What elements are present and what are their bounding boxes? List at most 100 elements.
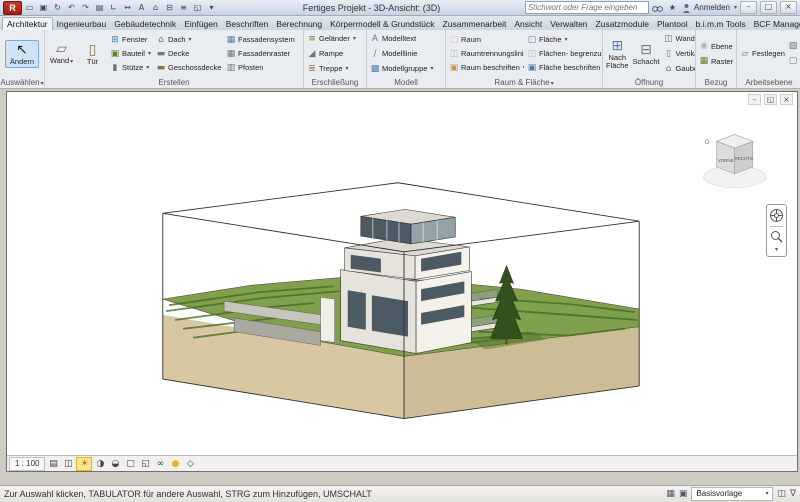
nach-flaeche-button[interactable]: ⊞ Nach Fläche (605, 36, 630, 72)
fenster-button[interactable]: ⊞Fenster (109, 33, 153, 47)
decke-button[interactable]: ▬Decke (155, 47, 223, 61)
sync-icon[interactable]: ↻ (51, 2, 64, 14)
modellgruppe-button[interactable]: ▩Modellgruppe▾ (369, 62, 434, 76)
fassadensystem-button[interactable]: ▦Fassadensystem (225, 33, 301, 47)
modify-button[interactable]: ↖ Ändern (5, 40, 39, 68)
redo-icon[interactable]: ↷ (79, 2, 92, 14)
tab-zusatzmodule[interactable]: Zusatzmodule (592, 18, 653, 30)
viewcube-front-label[interactable]: VORNE (718, 158, 734, 163)
active-template-select[interactable]: Basisvorlage ▾ (691, 487, 773, 501)
schacht-button[interactable]: ⊟ Schacht (632, 40, 661, 68)
exclude-options-icon[interactable]: ◫ (777, 489, 786, 499)
scale-button[interactable]: 1 : 100 (9, 457, 45, 471)
tab-einfuegen[interactable]: Einfügen (180, 18, 222, 30)
dimension-icon[interactable]: ↔ (121, 2, 134, 14)
show-crop-region-icon[interactable]: ◱ (138, 458, 152, 470)
search-input[interactable] (528, 3, 646, 12)
crop-view-icon[interactable]: ▢ (123, 458, 137, 470)
steering-wheel-icon[interactable] (769, 208, 784, 223)
unlocked-view-icon[interactable]: ◇ (183, 458, 197, 470)
geschossdecke-button[interactable]: ▬Geschossdecke▾ (155, 61, 223, 75)
fassadenraster-button[interactable]: ▦Fassadenraster (225, 47, 301, 61)
help-searchbox[interactable] (525, 1, 649, 14)
oeffnung-wand-button[interactable]: ◫Wand (663, 32, 695, 46)
print-icon[interactable]: ▤ (93, 2, 106, 14)
ebene-button[interactable]: ◉Ebene (698, 39, 734, 53)
drawing-area[interactable]: VORNE RECHTS ⌂ (7, 92, 797, 455)
detail-level-icon[interactable]: ▤ (46, 458, 60, 470)
window-maximize-icon[interactable]: □ (760, 1, 777, 14)
window-minimize-icon[interactable]: – (740, 1, 757, 14)
pfosten-button[interactable]: ▥Pfosten (225, 61, 301, 75)
view-minimize-icon[interactable]: – (748, 94, 761, 105)
panel-caption-raum-flaeche[interactable]: Raum & Fläche▾ (446, 77, 602, 88)
navigation-bar[interactable]: ▾ (766, 204, 787, 257)
tab-zusammenarbeit[interactable]: Zusammenarbeit (439, 18, 511, 30)
tab-berechnung[interactable]: Berechnung (272, 18, 326, 30)
measure-icon[interactable]: ∟ (107, 2, 120, 14)
default-3d-view-icon[interactable]: ⌂ (149, 2, 162, 14)
wand-button[interactable]: ▱ Wand▾ (47, 39, 76, 68)
raster-button[interactable]: ▦Raster (698, 54, 734, 68)
section-icon[interactable]: ⊟ (163, 2, 176, 14)
undo-icon[interactable]: ↶ (65, 2, 78, 14)
search-binoculars-icon[interactable] (652, 3, 663, 13)
thin-lines-icon[interactable]: ≡ (177, 2, 190, 14)
window-close-icon[interactable]: × (780, 1, 797, 14)
tab-gebaeudetechnik[interactable]: Gebäudetechnik (110, 18, 180, 30)
switch-windows-icon[interactable]: ◱ (191, 2, 204, 14)
reveal-hidden-elements-icon[interactable]: ● (168, 458, 182, 470)
signin-label[interactable]: Anmelden (694, 3, 730, 12)
view-close-icon[interactable]: × (780, 94, 793, 105)
raum-beschriften-button[interactable]: ▣Raum beschriften▾ (448, 61, 524, 75)
rampe-button[interactable]: ◢Rampe (306, 47, 357, 61)
stuetze-button[interactable]: ▮Stütze▾ (109, 61, 153, 75)
visual-style-icon[interactable]: ◫ (61, 458, 75, 470)
tab-bcf-manager[interactable]: BCF Manager (750, 18, 800, 30)
filter-icon[interactable]: ∇ (790, 489, 796, 499)
open-icon[interactable]: ▭ (23, 2, 36, 14)
tab-plantool[interactable]: Plantool (653, 18, 692, 30)
workplane-viewer-button[interactable]: ▢ (787, 54, 799, 68)
tab-ingenieurbau[interactable]: Ingenieurbau (53, 18, 111, 30)
zoom-icon[interactable] (770, 230, 783, 243)
flaechenbegrenzung-button[interactable]: ◫Flächen- begrenzung (526, 47, 602, 61)
viewcube-right-label[interactable]: RECHTS (734, 156, 753, 161)
qat-customize-icon[interactable]: ▾ (205, 2, 218, 14)
tab-beschriften[interactable]: Beschriften (222, 18, 273, 30)
gaube-button[interactable]: ⌂Gaube (663, 62, 695, 76)
view-restore-icon[interactable]: ◱ (764, 94, 777, 105)
flaeche-button[interactable]: ▢Fläche▾ (526, 33, 602, 47)
tab-architektur[interactable]: Architektur (2, 17, 53, 30)
favorites-star-icon[interactable]: ★ (666, 2, 679, 14)
workplane-show-button[interactable]: ▨ (787, 39, 799, 53)
treppe-button[interactable]: ≣Treppe▾ (306, 62, 357, 76)
bauteil-button[interactable]: ▣Bauteil▾ (109, 47, 153, 61)
save-icon[interactable]: ▣ (37, 2, 50, 14)
tab-ansicht[interactable]: Ansicht (510, 18, 546, 30)
tab-verwalten[interactable]: Verwalten (546, 18, 591, 30)
signin-dropdown-icon[interactable]: ▾ (734, 4, 737, 11)
temporary-hide-isolate-icon[interactable]: ∞ (153, 458, 167, 470)
dach-button[interactable]: ⌂Dach▾ (155, 33, 223, 47)
navbar-more-icon[interactable]: ▾ (775, 246, 778, 253)
raum-button[interactable]: ▢Raum (448, 33, 524, 47)
design-options-icon[interactable]: ▣ (679, 489, 688, 499)
flaeche-beschriften-button[interactable]: ▣Fläche beschriften▾ (526, 61, 602, 75)
raumtrennungslinie-button[interactable]: ◫Raumtrennungslinie (448, 47, 524, 61)
modelltext-button[interactable]: AModelltext (369, 32, 434, 46)
tuer-button[interactable]: ▯ Tür (78, 40, 107, 68)
sun-path-icon[interactable]: ☀ (76, 457, 92, 471)
show-rendering-dialog-icon[interactable]: ◒ (108, 458, 122, 470)
worksets-icon[interactable]: ▦ (666, 489, 675, 499)
tab-bimm-tools[interactable]: b.i.m.m Tools (692, 18, 750, 30)
shadows-icon[interactable]: ◑ (93, 458, 107, 470)
tab-koerpermodell-grundstueck[interactable]: Körpermodell & Grundstück (326, 18, 438, 30)
viewcube-home-icon[interactable]: ⌂ (705, 136, 710, 145)
festlegen-button[interactable]: ▱Festlegen (739, 47, 785, 61)
application-menu-button[interactable]: R (3, 1, 22, 15)
viewcube[interactable]: VORNE RECHTS ⌂ (704, 134, 766, 187)
gelaender-button[interactable]: ≡Geländer▾ (306, 32, 357, 46)
modelllinie-button[interactable]: ∕Modelllinie (369, 47, 434, 61)
vertikal-button[interactable]: ▯Vertikal (663, 47, 695, 61)
